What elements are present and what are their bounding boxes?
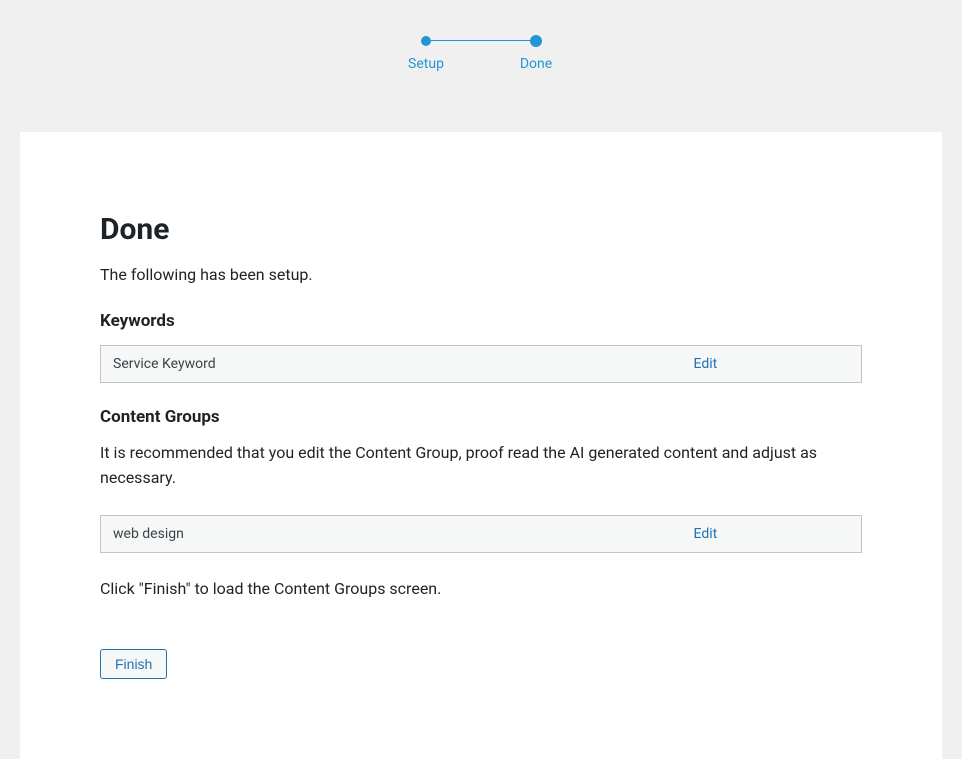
- keywords-table: Service Keyword Edit: [100, 345, 862, 383]
- table-row: web design Edit: [101, 515, 862, 552]
- keywords-heading: Keywords: [100, 311, 862, 331]
- content-groups-description: It is recommended that you edit the Cont…: [100, 441, 862, 491]
- finish-instruction: Click "Finish" to load the Content Group…: [100, 577, 862, 602]
- page-title: Done: [100, 212, 862, 247]
- stepper-inner: Setup Done: [371, 36, 591, 72]
- content-group-action-cell: Edit: [682, 515, 862, 552]
- step-label: Setup: [408, 56, 444, 72]
- step-setup[interactable]: Setup: [371, 36, 481, 72]
- content-group-name: web design: [101, 515, 682, 552]
- edit-keyword-link[interactable]: Edit: [694, 356, 718, 372]
- content-card: Done The following has been setup. Keywo…: [20, 132, 942, 759]
- content-groups-table: web design Edit: [100, 515, 862, 553]
- table-row: Service Keyword Edit: [101, 346, 862, 383]
- content-groups-heading: Content Groups: [100, 407, 862, 427]
- keyword-action-cell: Edit: [682, 346, 862, 383]
- step-dot-icon: [421, 36, 431, 46]
- page-subtext: The following has been setup.: [100, 263, 862, 287]
- stepper: Setup Done: [0, 0, 962, 92]
- finish-wrap: Finish: [100, 649, 862, 679]
- edit-content-group-link[interactable]: Edit: [694, 526, 718, 542]
- step-done[interactable]: Done: [481, 36, 591, 72]
- finish-button[interactable]: Finish: [100, 649, 167, 679]
- step-label: Done: [520, 56, 552, 72]
- keyword-name: Service Keyword: [101, 346, 682, 383]
- step-dot-icon: [530, 35, 542, 47]
